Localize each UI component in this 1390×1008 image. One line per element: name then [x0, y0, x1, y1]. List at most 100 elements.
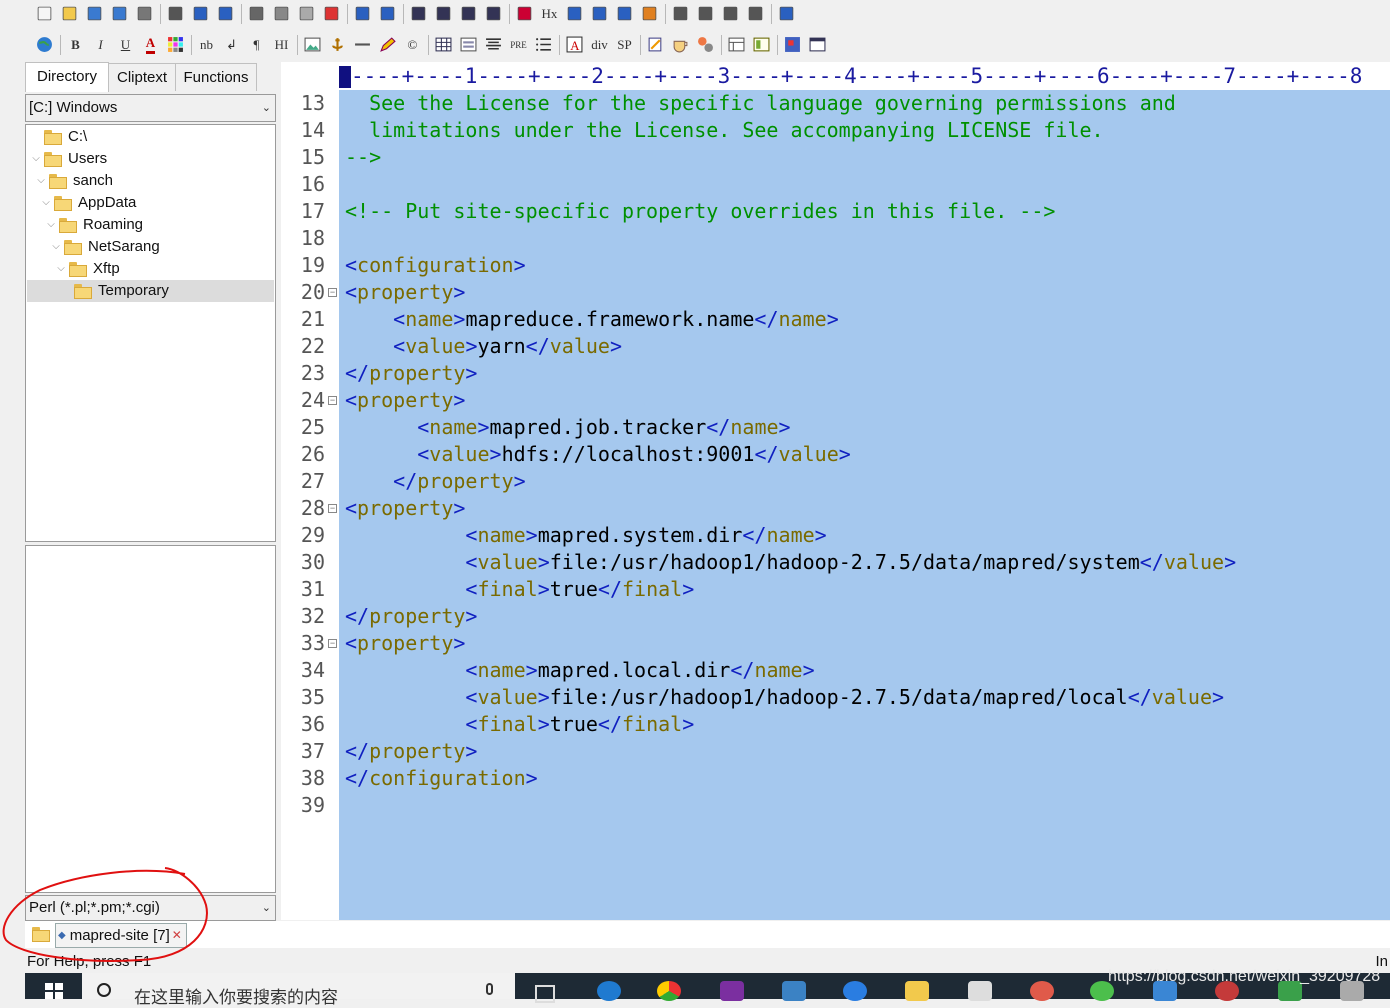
fold-toggle-icon[interactable]: −: [328, 288, 337, 297]
code-line[interactable]: </configuration>: [345, 765, 538, 792]
tree-item[interactable]: ⌵ NetSarang: [50, 236, 160, 258]
code-line[interactable]: <final>true</final>: [345, 576, 694, 603]
file-list[interactable]: [25, 545, 276, 893]
tree-item[interactable]: ⌵ AppData: [40, 192, 136, 214]
windows-start-icon[interactable]: [45, 983, 63, 999]
code-line[interactable]: </property>: [345, 468, 525, 495]
code-line[interactable]: <configuration>: [345, 252, 526, 279]
code-line[interactable]: <property>: [345, 387, 465, 414]
code-line[interactable]: <name>mapreduce.framework.name</name>: [345, 306, 839, 333]
code-line[interactable]: <name>mapred.job.tracker</name>: [345, 414, 790, 441]
document-tab[interactable]: ◆ mapred-site [7] ✕: [55, 923, 187, 948]
redo-icon[interactable]: [377, 3, 398, 24]
script-icon[interactable]: [645, 34, 666, 55]
tree-item[interactable]: ⌵ Xftp: [55, 258, 119, 280]
table-icon[interactable]: [433, 34, 454, 55]
code-editor[interactable]: ----+----1----+----2----+----3----+----4…: [281, 62, 1390, 920]
copyright-icon[interactable]: ©: [402, 34, 423, 55]
cut-icon[interactable]: [246, 3, 267, 24]
open-folder-icon[interactable]: [59, 3, 80, 24]
code-line[interactable]: <name>mapred.system.dir</name>: [345, 522, 826, 549]
div-button[interactable]: div: [589, 34, 610, 55]
form-icon[interactable]: [458, 34, 479, 55]
word-wrap-icon[interactable]: [564, 3, 585, 24]
tab-functions[interactable]: Functions: [175, 63, 257, 91]
tree-item[interactable]: ⌵ Roaming: [45, 214, 143, 236]
delete-icon[interactable]: [321, 3, 342, 24]
fold-toggle-icon[interactable]: −: [328, 504, 337, 513]
tab-cliptext[interactable]: Cliptext: [108, 63, 176, 91]
fold-toggle-icon[interactable]: −: [328, 396, 337, 405]
chevron-down-icon[interactable]: ⌵: [50, 236, 62, 258]
chevron-down-icon[interactable]: ⌵: [35, 170, 47, 192]
insert-file-icon[interactable]: [215, 3, 236, 24]
file-explorer-icon[interactable]: [905, 981, 929, 1001]
compare-icon[interactable]: [614, 3, 635, 24]
line-break-icon[interactable]: ↲: [221, 34, 242, 55]
taskbar-search[interactable]: 在这里输入你要搜索的内容: [82, 973, 515, 1007]
code-line[interactable]: <property>: [345, 495, 465, 522]
file-filter-select[interactable]: Perl (*.pl;*.pm;*.cgi) ⌄: [25, 895, 276, 921]
cup-icon[interactable]: [670, 34, 691, 55]
check-icon[interactable]: [639, 3, 660, 24]
microphone-icon[interactable]: [486, 983, 493, 995]
code-line[interactable]: </property>: [345, 738, 477, 765]
paste-icon[interactable]: [296, 3, 317, 24]
directory-tree[interactable]: C:\ ⌵ Users ⌵ sanch ⌵ AppData ⌵ Roaming ⌵ NetSaran…: [25, 124, 276, 542]
spell-check-icon[interactable]: [190, 3, 211, 24]
undo-icon[interactable]: [352, 3, 373, 24]
find-in-files-icon[interactable]: [458, 3, 479, 24]
code-line[interactable]: </property>: [345, 360, 477, 387]
onenote-icon[interactable]: [720, 981, 744, 1001]
code-line[interactable]: <name>mapred.local.dir</name>: [345, 657, 814, 684]
paragraph-button[interactable]: ¶: [246, 34, 267, 55]
drive-select[interactable]: [C:] Windows ⌄: [25, 94, 276, 122]
code-line[interactable]: -->: [345, 144, 381, 171]
code-line[interactable]: limitations under the License. See accom…: [345, 117, 1104, 144]
anchor-icon[interactable]: [327, 34, 348, 55]
view-2-icon[interactable]: [695, 3, 716, 24]
chevron-down-icon[interactable]: ⌵: [55, 258, 67, 280]
code-line[interactable]: <value>file:/usr/hadoop1/hadoop-2.7.5/da…: [345, 684, 1224, 711]
globe-icon[interactable]: [34, 34, 55, 55]
copy-icon[interactable]: [271, 3, 292, 24]
view-3-icon[interactable]: [720, 3, 741, 24]
heading-button[interactable]: HI: [271, 34, 292, 55]
preview-icon[interactable]: [782, 34, 803, 55]
view-1-icon[interactable]: [670, 3, 691, 24]
nbsp-button[interactable]: nb: [196, 34, 217, 55]
fold-toggle-icon[interactable]: −: [328, 639, 337, 648]
underline-button[interactable]: U: [115, 34, 136, 55]
save-icon[interactable]: [84, 3, 105, 24]
span-button[interactable]: SP: [614, 34, 635, 55]
code-line[interactable]: <!-- Put site-specific property override…: [345, 198, 1055, 225]
print-icon[interactable]: [165, 3, 186, 24]
chevron-down-icon[interactable]: ⌵: [45, 214, 57, 236]
pre-button[interactable]: PRE: [508, 34, 529, 55]
tab-directory[interactable]: Directory: [25, 62, 109, 92]
close-icon[interactable]: ✕: [172, 924, 182, 947]
help-icon[interactable]: [776, 3, 797, 24]
color-grid-icon[interactable]: [165, 34, 186, 55]
code-line[interactable]: <property>: [345, 630, 465, 657]
code-line[interactable]: <final>true</final>: [345, 711, 694, 738]
save-all-icon[interactable]: [109, 3, 130, 24]
code-line[interactable]: See the License for the specific languag…: [345, 90, 1176, 117]
code-line[interactable]: <value>file:/usr/hadoop1/hadoop-2.7.5/da…: [345, 549, 1236, 576]
font-color-button[interactable]: A: [140, 34, 161, 55]
image-icon[interactable]: [302, 34, 323, 55]
folder-icon[interactable]: [32, 927, 50, 942]
horizontal-rule-icon[interactable]: [352, 34, 373, 55]
edge-icon[interactable]: [597, 981, 621, 1001]
find-icon[interactable]: [408, 3, 429, 24]
align-icon[interactable]: [483, 34, 504, 55]
mail-icon[interactable]: [968, 981, 992, 1001]
app-blue-icon[interactable]: [843, 981, 867, 1001]
pinwheel-icon[interactable]: [1030, 981, 1054, 1001]
tree-item[interactable]: ⌵ Users: [30, 148, 107, 170]
list-icon[interactable]: [533, 34, 554, 55]
print-preview-icon[interactable]: [134, 3, 155, 24]
italic-button[interactable]: I: [90, 34, 111, 55]
replace-icon[interactable]: [433, 3, 454, 24]
code-line[interactable]: <value>yarn</value>: [345, 333, 622, 360]
